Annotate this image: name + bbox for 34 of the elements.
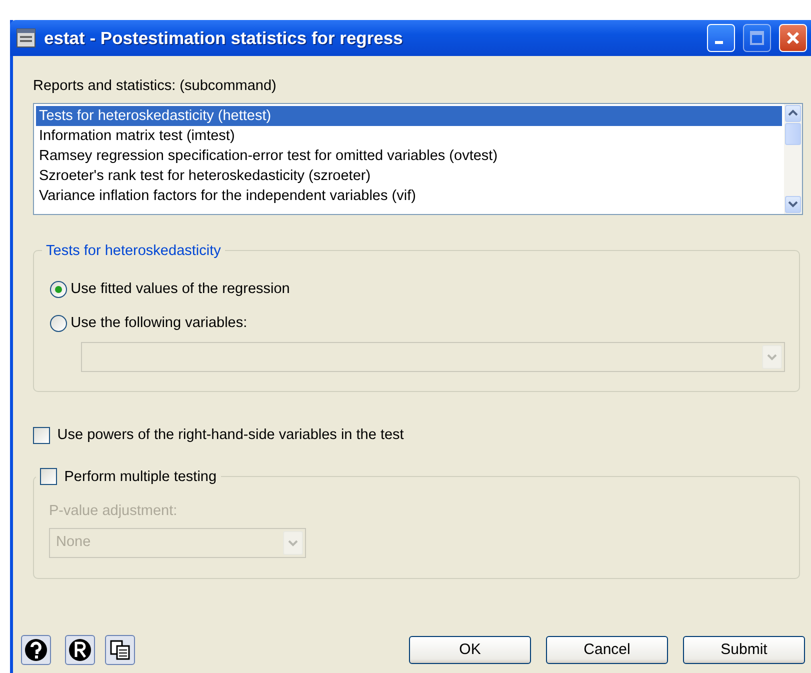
minimize-icon (715, 40, 723, 44)
checkbox[interactable] (33, 427, 50, 444)
reset-icon[interactable] (65, 635, 95, 665)
checkbox-label: Perform multiple testing (64, 468, 217, 486)
chevron-up-icon (788, 109, 798, 118)
adjustment-label: P-value adjustment: (49, 502, 178, 518)
radio-label: Use fitted values of the regression (70, 280, 290, 299)
radio-button[interactable] (50, 314, 67, 332)
list-label: Reports and statistics: (subcommand) (33, 77, 278, 96)
group-title: Tests for heteroskedasticity (46, 242, 221, 259)
help-icon[interactable] (21, 635, 51, 665)
list-item[interactable]: Tests for heteroskedasticity (hettest) (36, 106, 782, 126)
dialog-button[interactable]: OK (409, 636, 531, 664)
dialog-button[interactable]: Cancel (546, 636, 668, 664)
dialog-button[interactable]: Submit (683, 636, 805, 664)
copy-icon[interactable] (105, 635, 135, 665)
maximize-icon (750, 31, 764, 45)
chevron-down-icon (788, 200, 798, 208)
scroll-up-button[interactable] (785, 104, 801, 122)
radio-label: Use the following variables: (70, 314, 248, 332)
close-icon (786, 31, 800, 45)
list-item[interactable]: Ramsey regression specification-error test for omitted variables (ovtest) (36, 146, 782, 166)
scroll-down-button[interactable] (785, 196, 801, 213)
list-item[interactable]: Variance inflation factors for the independent variables (vif) (36, 186, 782, 206)
window-icon (16, 28, 36, 48)
window-title: estat - Postestimation statistics for regress (44, 26, 404, 50)
radio-button[interactable] (50, 281, 67, 298)
checkbox-label: Use powers of the right-hand-side variables in the test (57, 426, 404, 445)
list-item[interactable]: Szroeter's rank test for heteroskedasticity (szroeter) (36, 166, 782, 186)
minimize-button[interactable] (707, 24, 735, 52)
list-item[interactable]: Information matrix test (imtest) (36, 126, 782, 146)
maximize-button[interactable] (743, 24, 771, 52)
close-button[interactable] (779, 24, 807, 52)
scroll-thumb[interactable] (785, 122, 801, 145)
